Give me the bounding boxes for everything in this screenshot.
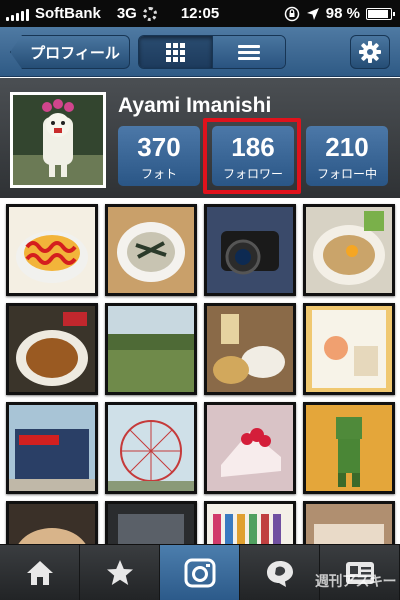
tab-camera[interactable] xyxy=(160,545,240,600)
grid-icon xyxy=(165,42,185,62)
profile-header: Ayami Imanishi 370 フォト 186 フォロワー 210 フォロ… xyxy=(0,78,400,198)
status-bar: SoftBank 3G 12:05 98 % xyxy=(0,0,400,27)
battery-percent: 98 % xyxy=(325,5,360,22)
following-label: フォロー中 xyxy=(316,167,377,181)
photo-thumbnail[interactable] xyxy=(6,501,98,544)
photo-thumbnail[interactable] xyxy=(105,303,197,395)
back-button-label: プロフィール xyxy=(30,44,120,62)
search-icon xyxy=(266,560,293,587)
grid-view-button[interactable] xyxy=(139,36,212,68)
gear-icon xyxy=(359,41,381,63)
rotation-lock-icon xyxy=(284,6,300,21)
status-right: 98 % xyxy=(284,5,395,22)
view-toggle xyxy=(138,35,286,69)
location-icon xyxy=(306,7,319,20)
photo-thumbnail[interactable] xyxy=(105,402,197,494)
back-button[interactable]: プロフィール xyxy=(10,35,130,69)
watermark: 週刊アスキー xyxy=(315,573,397,589)
photo-thumbnail[interactable] xyxy=(6,303,98,395)
camera-icon xyxy=(184,558,215,587)
username: Ayami Imanishi xyxy=(118,94,272,117)
following-count-button[interactable]: 210 フォロー中 xyxy=(306,126,388,186)
list-view-button[interactable] xyxy=(211,36,285,68)
avatar[interactable] xyxy=(10,92,106,188)
list-icon xyxy=(237,42,260,63)
tab-home[interactable] xyxy=(0,545,80,600)
photo-thumbnail[interactable] xyxy=(6,204,98,296)
tab-news[interactable] xyxy=(240,545,320,600)
photo-thumbnail[interactable] xyxy=(204,402,296,494)
followers-highlight-box xyxy=(203,118,301,194)
nav-bar: プロフィール xyxy=(0,27,400,77)
settings-button[interactable] xyxy=(350,35,390,69)
photo-thumbnail[interactable] xyxy=(303,303,395,395)
photo-thumbnail[interactable] xyxy=(303,402,395,494)
battery-icon xyxy=(366,7,395,20)
photo-thumbnail[interactable] xyxy=(6,402,98,494)
tab-popular[interactable] xyxy=(80,545,160,600)
photo-grid xyxy=(0,198,400,544)
star-icon xyxy=(106,559,133,585)
photo-thumbnail[interactable] xyxy=(303,501,395,544)
photo-thumbnail[interactable] xyxy=(204,204,296,296)
posts-label: フォト xyxy=(140,167,177,181)
photo-thumbnail[interactable] xyxy=(105,204,197,296)
posts-count: 370 xyxy=(137,132,181,162)
avatar-image xyxy=(13,95,103,185)
photo-thumbnail[interactable] xyxy=(303,204,395,296)
photo-thumbnail[interactable] xyxy=(105,501,197,544)
photo-thumbnail[interactable] xyxy=(204,303,296,395)
photo-thumbnail[interactable] xyxy=(204,501,296,544)
following-count: 210 xyxy=(325,132,369,162)
posts-count-button[interactable]: 370 フォト xyxy=(118,126,200,186)
home-icon xyxy=(26,560,53,585)
